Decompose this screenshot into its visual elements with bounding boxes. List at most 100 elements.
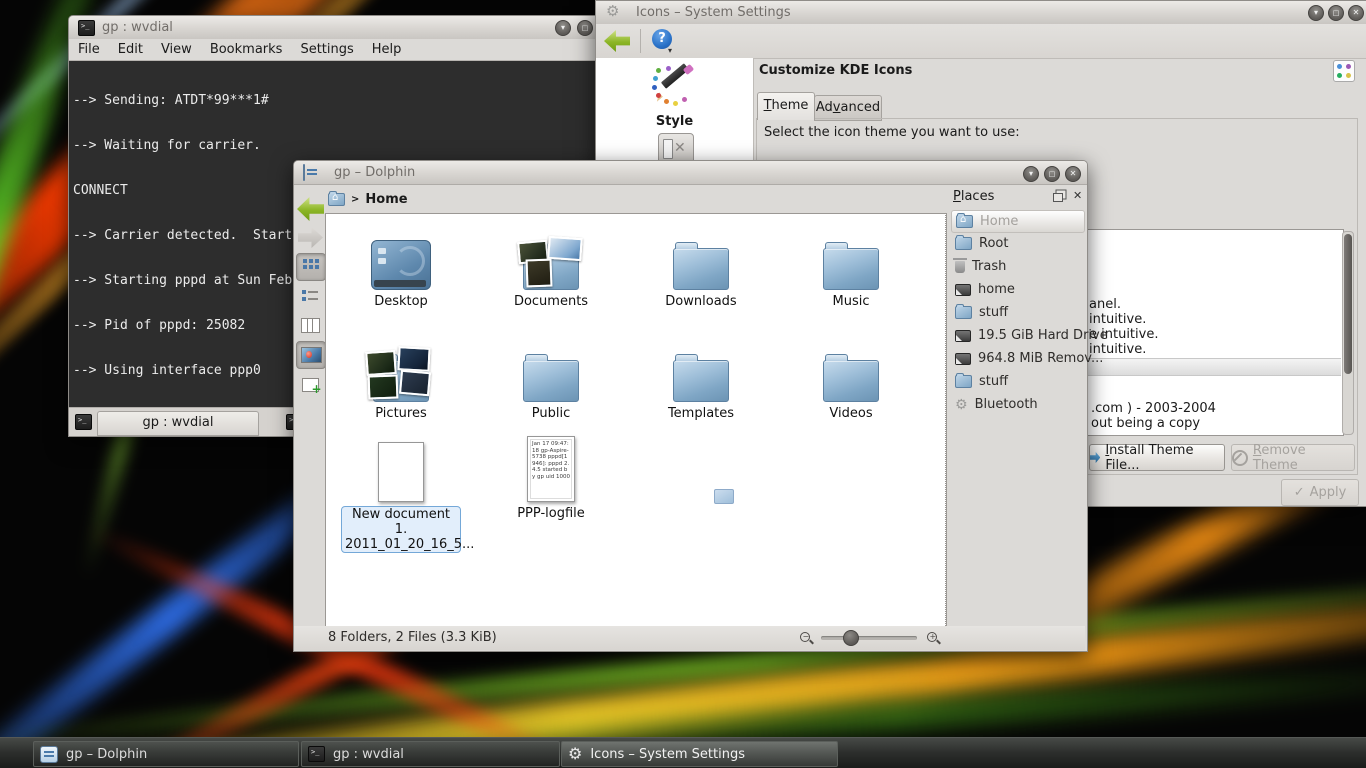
task-system-settings[interactable]: ⚙ Icons – System Settings	[561, 741, 838, 767]
logfile-preview-text: Jan 17 09:47:18 gp-Aspire-5738 pppd[1946…	[530, 439, 572, 499]
dolphin-back-button[interactable]	[297, 197, 324, 221]
dolphin-forward-button[interactable]	[298, 227, 323, 248]
remove-theme-button[interactable]: Remove Theme	[1231, 444, 1355, 471]
dolphin-window-title: gp – Dolphin	[334, 165, 415, 180]
menu-settings[interactable]: Settings	[291, 39, 362, 60]
settings-titlebar[interactable]: ⚙ Icons – System Settings	[596, 1, 1366, 25]
drive-icon	[955, 353, 971, 365]
places-float-icon[interactable]	[1053, 193, 1063, 202]
places-header: Places	[953, 189, 994, 204]
terminal-titlebar[interactable]: gp : wvdial	[69, 16, 601, 40]
terminal-minimize-button[interactable]	[555, 20, 571, 36]
drive-icon	[955, 284, 971, 296]
place-root[interactable]: Root	[951, 233, 1083, 254]
folder-icon	[955, 306, 972, 319]
settings-heading: Customize KDE Icons	[759, 63, 912, 78]
places-panel: Places ✕ Home Root Trash home st	[949, 187, 1085, 626]
status-text: 8 Folders, 2 Files (3.3 KiB)	[328, 630, 497, 645]
settings-maximize-button[interactable]	[1328, 5, 1344, 21]
menu-bookmarks[interactable]: Bookmarks	[201, 39, 292, 60]
place-bluetooth[interactable]: ⚙ Bluetooth	[951, 394, 1083, 415]
install-theme-button[interactable]: Install Theme File...	[1089, 444, 1225, 471]
place-stuff[interactable]: stuff	[951, 302, 1083, 323]
remove-icon	[1232, 450, 1248, 466]
dolphin-maximize-button[interactable]	[1044, 166, 1060, 182]
columns-view-button[interactable]	[296, 313, 324, 337]
file-item-public[interactable]: Public	[476, 332, 626, 421]
terminal-app-icon	[78, 20, 95, 36]
style-category-label[interactable]: Style	[596, 114, 753, 129]
theme-description-fragment: .com ) - 2003-2004	[1091, 401, 1216, 416]
menu-edit[interactable]: Edit	[109, 39, 152, 60]
file-item-documents[interactable]: Documents	[476, 220, 626, 309]
ghost-icon	[714, 489, 734, 504]
place-hard-drive[interactable]: 19.5 GiB Hard Drive	[951, 325, 1083, 346]
file-item-downloads[interactable]: Downloads	[626, 220, 776, 309]
place-stuff-2[interactable]: stuff	[951, 371, 1083, 392]
taskbar: ✻ gp – Dolphin gp : wvdial ⚙ Icons – Sys…	[0, 737, 1366, 768]
menu-view[interactable]: View	[152, 39, 201, 60]
style-category-icon[interactable]	[650, 64, 698, 112]
terminal-maximize-button[interactable]	[577, 20, 593, 36]
file-view[interactable]: Desktop Documents Downloads Music	[325, 213, 947, 628]
dolphin-close-button[interactable]	[1065, 166, 1081, 182]
theme-list-fragment: anel.	[1089, 297, 1121, 312]
places-close-icon[interactable]: ✕	[1073, 189, 1082, 202]
settings-close-button[interactable]	[1348, 5, 1364, 21]
task-dolphin[interactable]: gp – Dolphin	[33, 741, 299, 767]
apply-button[interactable]: ✓ Apply	[1281, 479, 1359, 506]
settings-window-title: Icons – System Settings	[636, 5, 791, 20]
help-dropdown-caret-icon[interactable]: ▾	[668, 46, 672, 55]
breadcrumb-home-icon[interactable]	[328, 193, 345, 206]
scrollbar-thumb[interactable]	[1344, 234, 1352, 374]
zoom-slider-track[interactable]	[821, 636, 917, 640]
zoom-slider-thumb[interactable]	[843, 630, 859, 646]
terminal-tab[interactable]: gp : wvdial	[97, 411, 259, 436]
menu-help[interactable]: Help	[363, 39, 411, 60]
file-item-desktop[interactable]: Desktop	[326, 220, 476, 309]
details-view-button[interactable]	[296, 285, 324, 309]
place-home-drive[interactable]: home	[951, 279, 1083, 300]
terminal-menubar: FileEditViewBookmarksSettingsHelp	[69, 39, 601, 61]
settings-toolbar: ? ▾	[596, 24, 1366, 59]
theme-list-scrollbar[interactable]	[1342, 231, 1354, 435]
dolphin-minimize-button[interactable]	[1023, 166, 1039, 182]
place-removable-drive[interactable]: 964.8 MiB Remov...	[951, 348, 1083, 369]
folder-icon	[523, 360, 579, 402]
folder-icon	[673, 360, 729, 402]
breadcrumb-separator-icon: >	[351, 194, 359, 205]
split-view-button[interactable]	[296, 373, 324, 397]
terminal-icon	[308, 746, 325, 762]
file-item-pictures[interactable]: Pictures	[326, 332, 476, 421]
menu-file[interactable]: File	[69, 39, 109, 60]
preview-button[interactable]	[296, 341, 326, 369]
task-wvdial[interactable]: gp : wvdial	[301, 741, 560, 767]
file-item-music[interactable]: Music	[776, 220, 926, 309]
terminal-window-title: gp : wvdial	[102, 20, 173, 35]
file-item-templates[interactable]: Templates	[626, 332, 776, 421]
theme-list-fragment: intuitive.	[1089, 312, 1146, 327]
dolphin-icon	[40, 746, 58, 763]
home-icon	[956, 215, 973, 228]
settings-minimize-button[interactable]	[1308, 5, 1324, 21]
place-home[interactable]: Home	[951, 210, 1085, 233]
dolphin-statusbar: 8 Folders, 2 Files (3.3 KiB) − +	[294, 626, 1085, 650]
file-item-videos[interactable]: Videos	[776, 332, 926, 421]
back-arrow-icon[interactable]	[604, 30, 630, 52]
place-trash[interactable]: Trash	[951, 256, 1083, 277]
file-item-new-document[interactable]: New document 1. 2011_01_20_16_5...	[326, 432, 476, 553]
tab-theme[interactable]: Theme	[757, 92, 815, 120]
document-icon	[378, 442, 424, 502]
breadcrumb-home-label[interactable]: Home	[365, 192, 407, 207]
documents-folder-icon	[523, 248, 579, 290]
terminal-line: --> Sending: ATDT*99***1#	[73, 93, 597, 108]
breadcrumb: > Home	[328, 189, 408, 209]
icons-view-button[interactable]	[296, 253, 326, 281]
dolphin-titlebar[interactable]: gp – Dolphin	[294, 161, 1087, 185]
file-item-ppp-logfile[interactable]: Jan 17 09:47:18 gp-Aspire-5738 pppd[1946…	[476, 432, 626, 521]
settings-app-gear-icon: ⚙	[606, 4, 619, 18]
new-tab-button[interactable]	[75, 414, 92, 430]
terminal-line: --> Waiting for carrier.	[73, 138, 597, 153]
dolphin-window: gp – Dolphin > Home	[293, 160, 1088, 652]
dolphin-app-icon	[303, 164, 305, 181]
